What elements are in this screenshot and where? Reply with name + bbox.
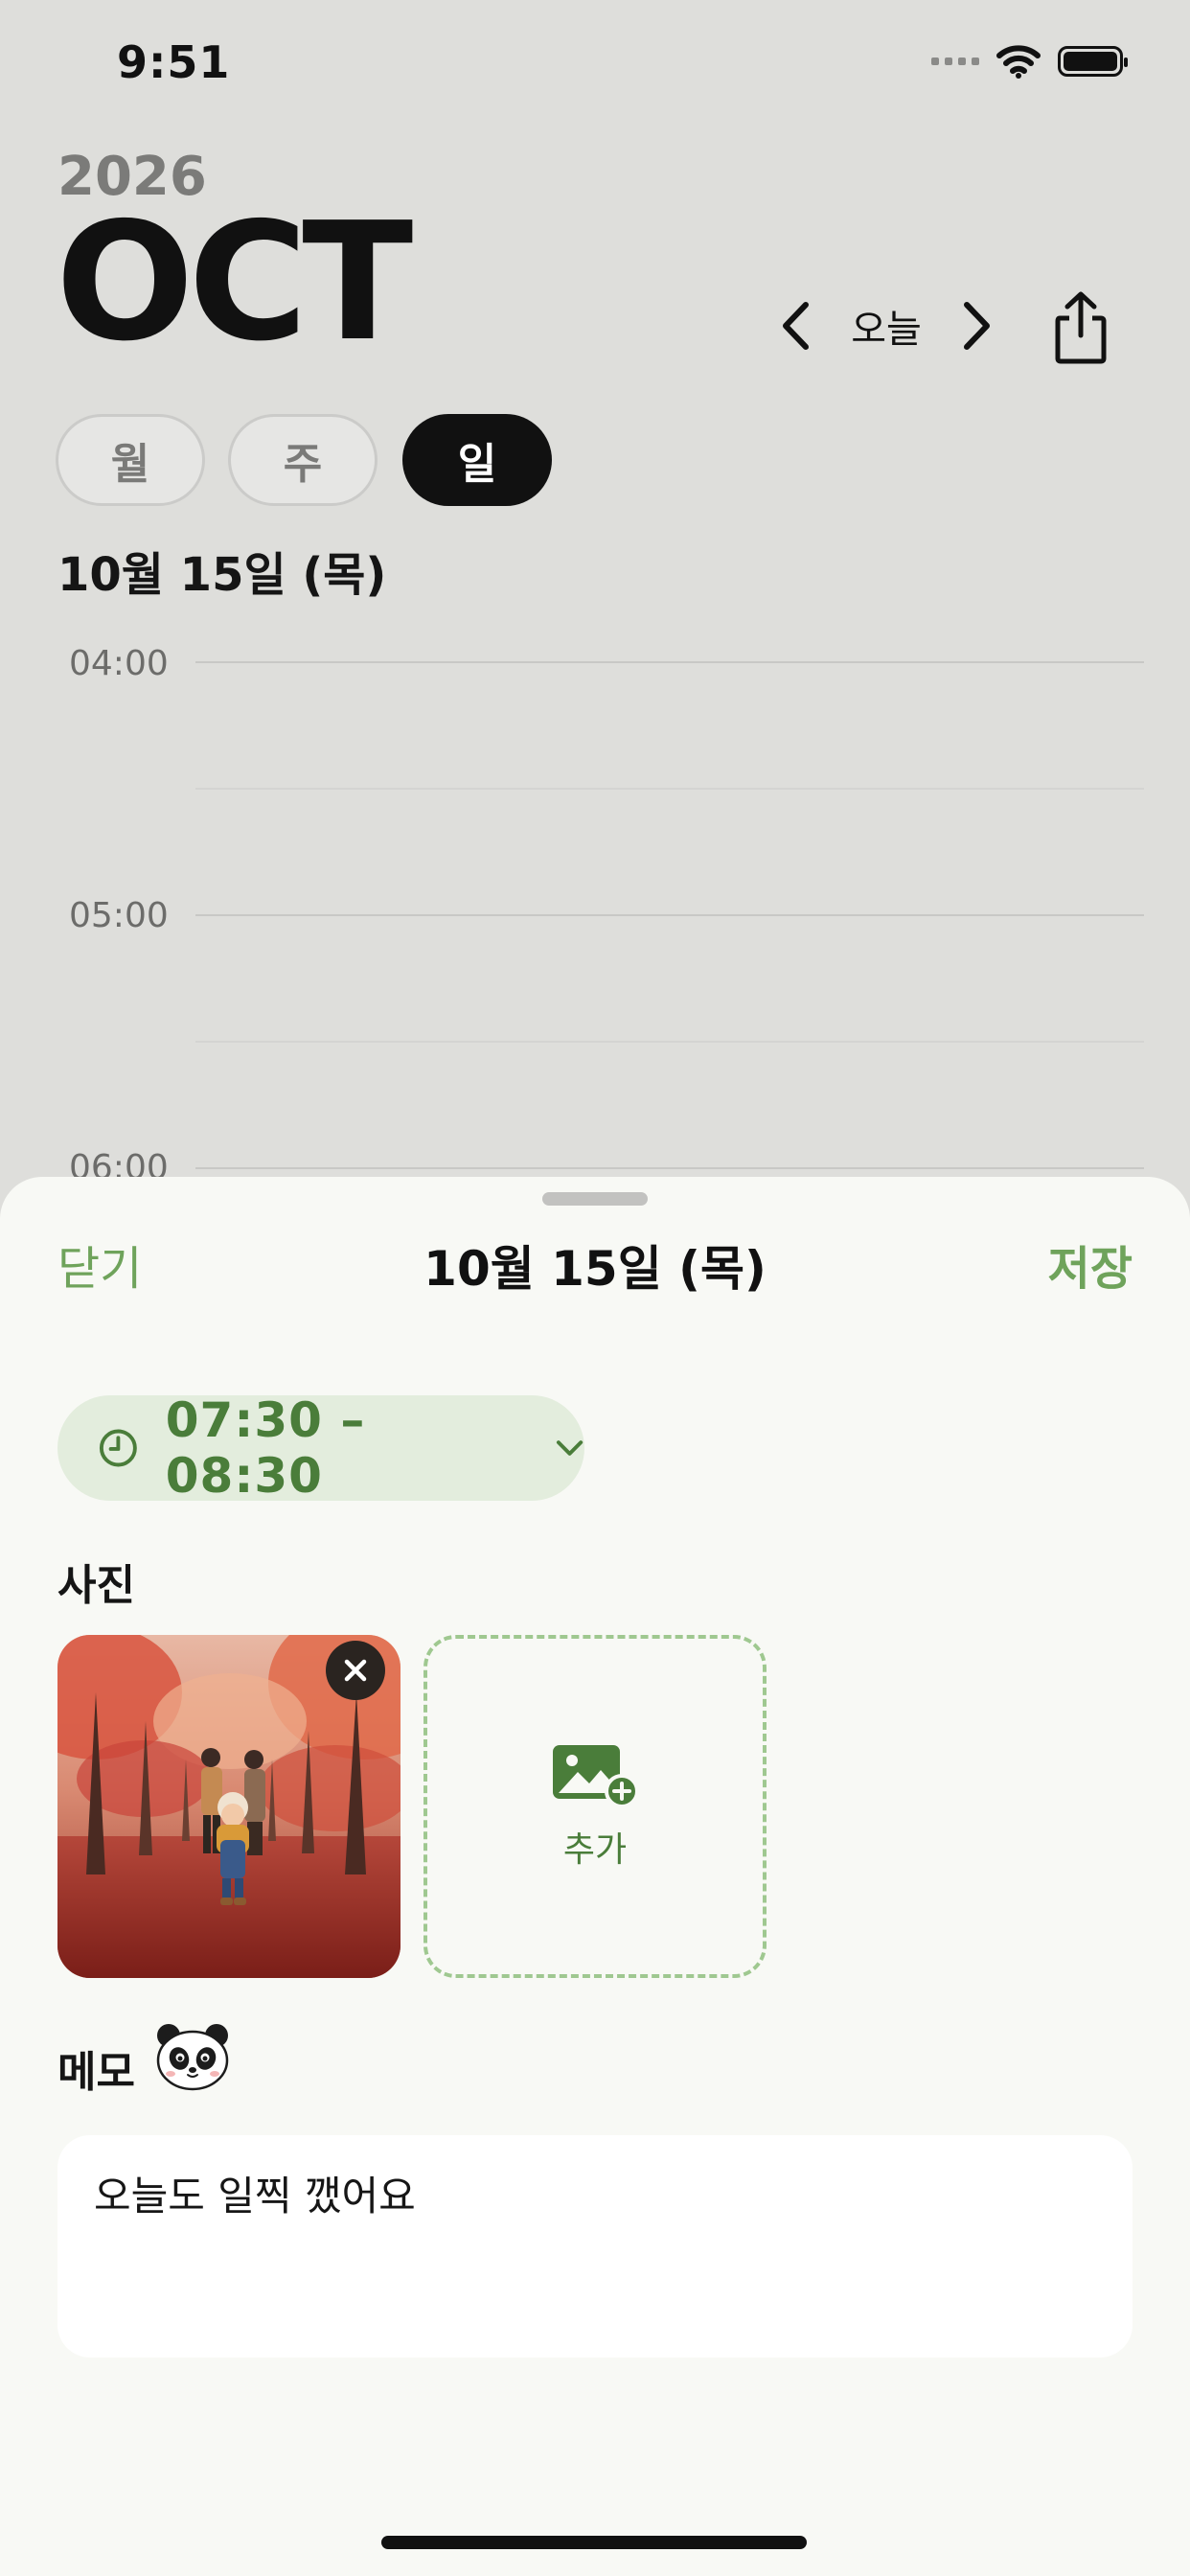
today-button[interactable]: 오늘 bbox=[843, 288, 929, 364]
memo-section-label: 메모 bbox=[57, 2048, 135, 2097]
signal-icon bbox=[931, 58, 979, 65]
day-title: 10월 15일 (목) bbox=[57, 548, 387, 602]
clock-icon bbox=[99, 1429, 137, 1467]
add-photo-label: 추가 bbox=[562, 1830, 628, 1870]
view-month-button[interactable]: 월 bbox=[56, 414, 205, 506]
battery-icon bbox=[1058, 46, 1128, 77]
next-button[interactable] bbox=[949, 288, 1006, 364]
chevron-right-icon bbox=[964, 302, 990, 350]
prev-button[interactable] bbox=[767, 288, 824, 364]
wifi-icon bbox=[996, 45, 1041, 79]
hour-line bbox=[195, 661, 1144, 663]
status-time: 9:51 bbox=[117, 36, 231, 88]
view-week-button[interactable]: 주 bbox=[228, 414, 378, 506]
hour-label: 05:00 bbox=[69, 896, 169, 935]
memo-textarea[interactable]: 오늘도 일찍 깼어요 bbox=[57, 2135, 1133, 2358]
chevron-down-icon bbox=[556, 1440, 584, 1456]
event-sheet: 닫기 10월 15일 (목) 저장 07:30 – 08:30 사진 추가 메모… bbox=[0, 1177, 1190, 2576]
save-button[interactable]: 저장 bbox=[1048, 1230, 1133, 1298]
hour-label: 04:00 bbox=[69, 644, 169, 683]
month-title: OCT bbox=[56, 188, 413, 378]
time-range-text: 07:30 – 08:30 bbox=[165, 1392, 366, 1504]
remove-photo-button[interactable] bbox=[326, 1641, 385, 1700]
share-icon bbox=[1055, 291, 1107, 364]
hour-line bbox=[195, 1167, 1144, 1169]
half-hour-line bbox=[195, 788, 1144, 790]
time-range-picker[interactable]: 07:30 – 08:30 bbox=[57, 1392, 584, 1504]
home-indicator bbox=[381, 2536, 807, 2549]
add-photo-button[interactable]: 추가 bbox=[423, 1635, 767, 1978]
half-hour-line bbox=[195, 1041, 1144, 1043]
panda-icon bbox=[156, 2024, 229, 2091]
status-indicators bbox=[931, 44, 1128, 79]
sheet-grabber[interactable] bbox=[542, 1192, 648, 1206]
image-add-icon bbox=[553, 1745, 639, 1808]
photos-section-label: 사진 bbox=[57, 1561, 135, 1610]
chevron-left-icon bbox=[783, 302, 809, 350]
hour-line bbox=[195, 914, 1144, 916]
view-day-button[interactable]: 일 bbox=[402, 414, 552, 506]
sheet-title: 10월 15일 (목) bbox=[423, 1241, 767, 1297]
close-icon bbox=[344, 1659, 367, 1682]
share-button[interactable] bbox=[1046, 289, 1115, 366]
